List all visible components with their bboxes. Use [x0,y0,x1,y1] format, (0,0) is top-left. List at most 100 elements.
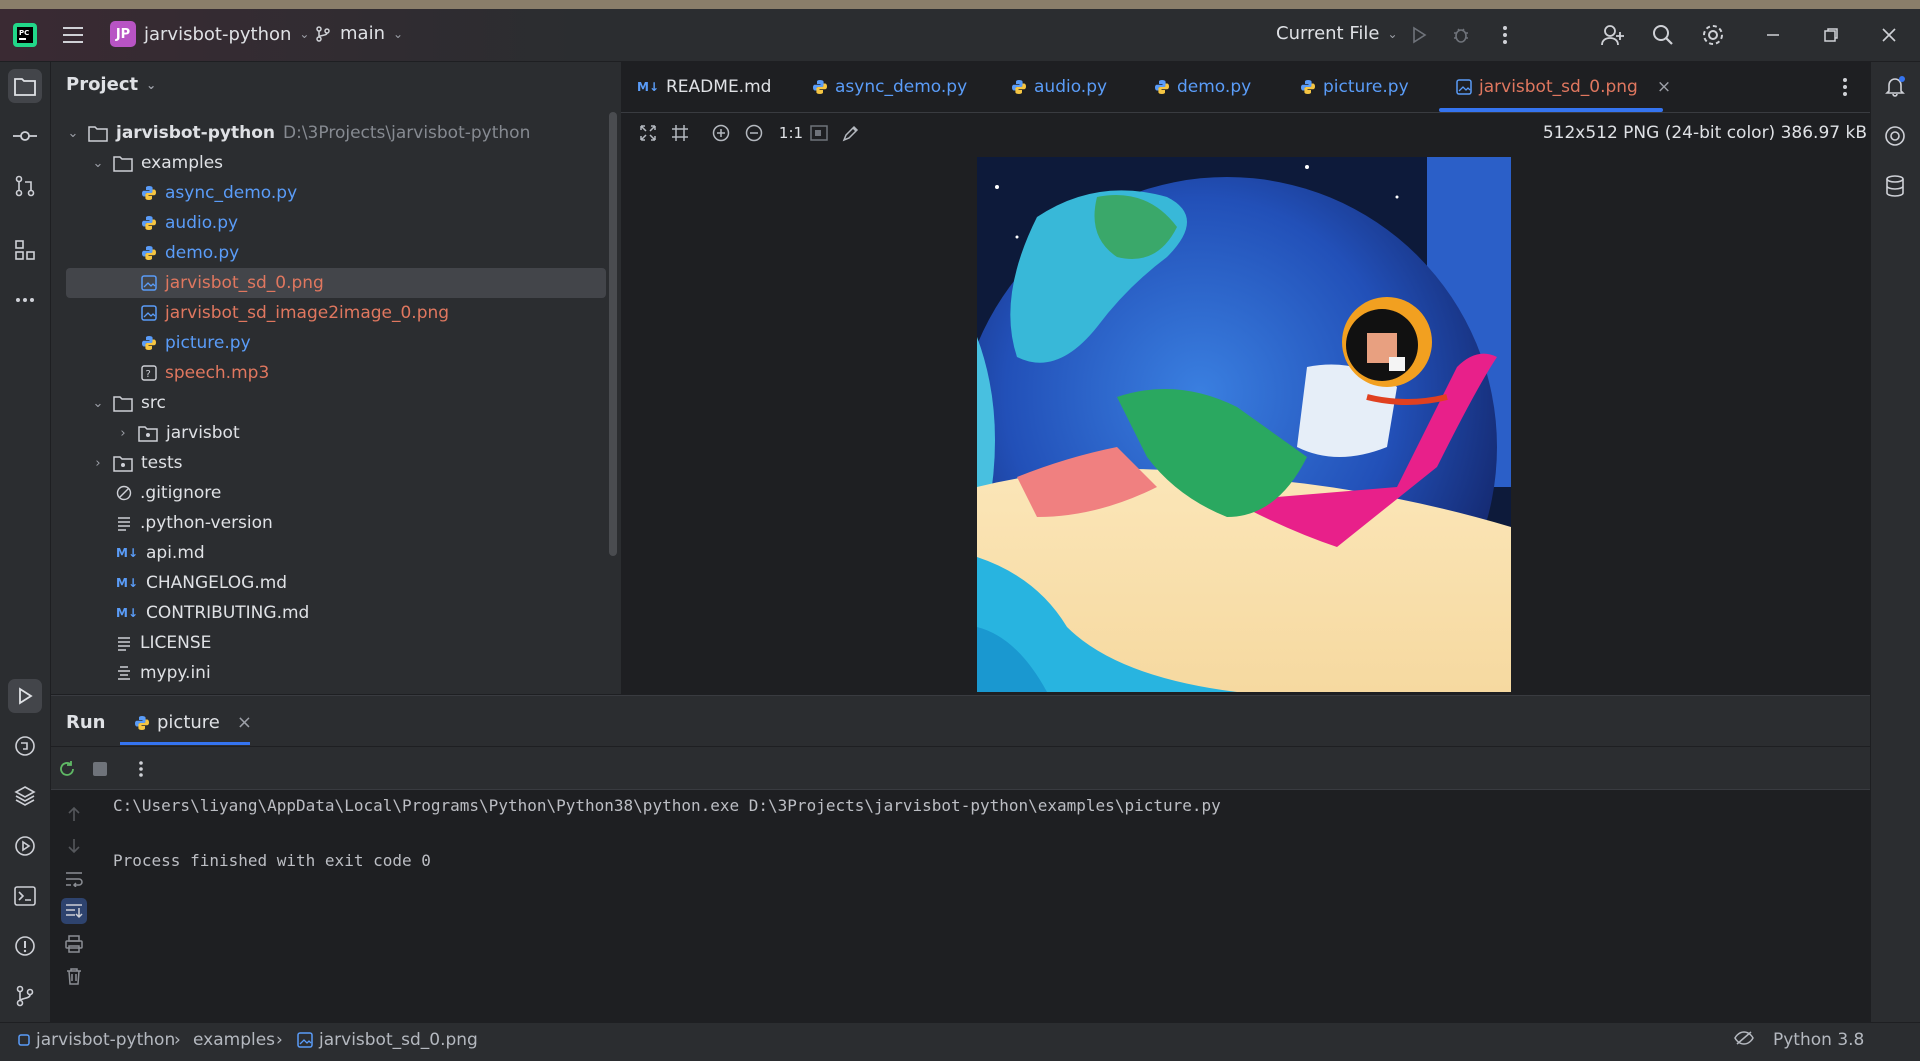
zoom-in-icon[interactable] [710,122,732,144]
debug-icon[interactable] [1446,20,1476,50]
tab-picture[interactable]: picture.py [1300,62,1409,112]
tree-file-changelog[interactable]: M↓ CHANGELOG.md [116,568,287,598]
soft-wrap-icon[interactable] [61,866,87,892]
module-icon [18,1034,30,1046]
breadcrumb-file[interactable]: jarvisbot_sd_0.png [297,1030,478,1050]
tree-file-api-md[interactable]: M↓ api.md [116,538,205,568]
commit-icon[interactable] [8,119,42,153]
tree-folder-tests[interactable]: › tests [91,448,183,478]
project-selector[interactable]: JP jarvisbot-python ⌄ [110,21,309,47]
run-config-selector[interactable]: Current File ⌄ [1276,23,1398,44]
stop-icon[interactable] [85,754,115,784]
branch-selector[interactable]: main ⌄ [314,23,403,44]
tree-file-sd0[interactable]: jarvisbot_sd_0.png [66,268,606,298]
zoom-out-icon[interactable] [743,122,765,144]
run-panel-header [51,696,1870,746]
chevron-down-icon: ⌄ [146,77,157,92]
notifications-icon[interactable] [1878,69,1912,103]
inspections-off-icon[interactable] [1734,1030,1754,1046]
tree-item-label: demo.py [165,243,240,263]
project-tool-icon[interactable] [8,69,42,103]
breadcrumb-label: jarvisbot_sd_0.png [319,1030,478,1050]
database-icon[interactable] [1878,169,1912,203]
tree-file-picture[interactable]: picture.py [141,328,251,358]
tree-item-label: src [141,393,166,413]
terminal-icon[interactable] [8,879,42,913]
breadcrumb-label: jarvisbot-python [36,1030,176,1050]
active-tab-indicator [1439,108,1663,112]
breadcrumb-examples[interactable]: examples [193,1030,275,1050]
project-panel-title[interactable]: Project ⌄ [66,74,156,95]
close-icon[interactable]: × [237,712,252,733]
tab-readme[interactable]: M↓ README.md [637,62,771,112]
tree-folder-jarvisbot[interactable]: › jarvisbot [116,418,239,448]
more-tools-icon[interactable] [8,283,42,317]
services-icon[interactable] [8,829,42,863]
tree-root[interactable]: ⌄ jarvisbot-python D:\3Projects\jarvisbo… [66,118,531,148]
project-scrollbar[interactable] [609,112,617,556]
structure-icon[interactable] [8,233,42,267]
tree-file-license[interactable]: LICENSE [116,628,211,658]
gear-icon[interactable] [1698,20,1728,50]
tabs-more-icon[interactable] [1830,72,1860,102]
tab-audio[interactable]: audio.py [1011,62,1107,112]
fit-to-window-icon[interactable] [637,122,659,144]
restore-icon[interactable] [1816,20,1846,50]
tree-root-name: jarvisbot-python [116,123,276,143]
run-tool-icon[interactable] [8,679,42,713]
tree-file-python-version[interactable]: .python-version [116,508,273,538]
actual-size-button[interactable]: 1:1 [775,122,807,144]
tree-file-audio[interactable]: audio.py [141,208,238,238]
python-console-icon[interactable] [8,729,42,763]
scroll-to-end-icon[interactable] [61,898,87,924]
tree-folder-src[interactable]: ⌄ src [91,388,166,418]
grid-icon[interactable] [669,122,691,144]
python-packages-icon[interactable] [8,779,42,813]
color-picker-icon[interactable] [840,122,862,144]
add-user-icon[interactable] [1598,20,1628,50]
image-file-icon [141,275,157,291]
main-menu-icon[interactable] [58,20,88,50]
more-vertical-icon[interactable] [126,754,156,784]
more-vertical-icon[interactable] [1490,20,1520,50]
tree-item-label: jarvisbot_sd_0.png [165,273,324,293]
tree-file-gitignore[interactable]: .gitignore [116,478,221,508]
project-name: jarvisbot-python [144,23,292,45]
package-folder-icon [138,425,158,442]
tree-file-contributing[interactable]: M↓ CONTRIBUTING.md [116,598,309,628]
tree-folder-examples[interactable]: ⌄ examples [91,148,223,178]
search-icon[interactable] [1648,20,1678,50]
print-icon[interactable] [61,931,87,957]
problems-icon[interactable] [8,929,42,963]
tree-file-async-demo[interactable]: async_demo.py [141,178,297,208]
python-file-icon [1012,80,1026,94]
branch-name: main [340,23,385,44]
git-icon[interactable] [8,979,42,1013]
rerun-icon[interactable] [52,754,82,784]
tree-file-demo[interactable]: demo.py [141,238,239,268]
run-icon[interactable] [1404,20,1434,50]
scroll-down-icon[interactable] [61,833,87,859]
python-interpreter[interactable]: Python 3.8 [1773,1030,1864,1050]
run-tab-picture[interactable]: picture × [134,712,252,733]
svg-text:?: ? [146,369,151,380]
close-icon[interactable] [1874,20,1904,50]
console-output[interactable] [51,790,1870,1022]
breadcrumb-project[interactable]: jarvisbot-python [18,1030,175,1050]
scroll-up-icon[interactable] [61,801,87,827]
tree-file-speech[interactable]: ? speech.mp3 [141,358,269,388]
tab-async-demo[interactable]: async_demo.py [812,62,967,112]
run-toolbar [51,747,1870,790]
pull-requests-icon[interactable] [8,169,42,203]
tree-file-sd-image2image[interactable]: jarvisbot_sd_image2image_0.png [141,298,449,328]
minimize-icon[interactable] [1758,20,1788,50]
tab-sd0-active[interactable]: jarvisbot_sd_0.png × [1456,62,1671,112]
markdown-file-icon: M↓ [116,606,138,620]
tree-file-mypy-ini[interactable]: mypy.ini [116,658,211,688]
trash-icon[interactable] [61,963,87,989]
tab-demo[interactable]: demo.py [1154,62,1251,112]
background-toggle-icon[interactable] [808,122,830,144]
ai-assistant-icon[interactable] [1878,119,1912,153]
tree-item-label: tests [141,453,183,473]
tab-close-icon[interactable]: × [1657,77,1671,97]
